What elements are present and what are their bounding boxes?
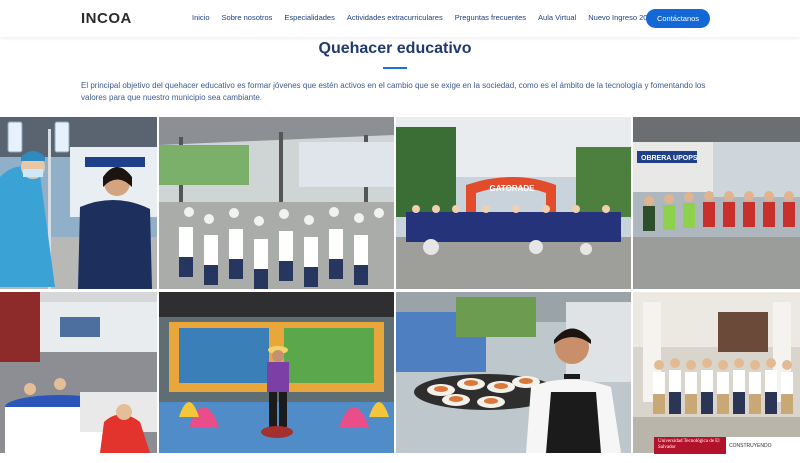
school-sign-text: OBRERA UPOPS bbox=[641, 155, 698, 162]
university-badge: Universidad Tecnológica de El Salvador C… bbox=[654, 437, 800, 454]
nav-item-preguntas[interactable]: Preguntas frecuentes bbox=[455, 13, 526, 22]
photo-event-tables[interactable] bbox=[0, 292, 157, 453]
photo-student-group[interactable] bbox=[633, 292, 800, 453]
photo-gallery: GATORADE OBRERA UPOPS bbox=[0, 117, 800, 453]
photo-band-gatorade[interactable]: GATORADE bbox=[396, 117, 631, 289]
nav-item-aula-virtual[interactable]: Aula Virtual bbox=[538, 13, 576, 22]
brand-logo[interactable]: INCOA bbox=[81, 10, 132, 27]
nav-item-sobre-nosotros[interactable]: Sobre nosotros bbox=[222, 13, 273, 22]
photo-sports-team[interactable]: OBRERA UPOPS bbox=[633, 117, 800, 289]
title-underline bbox=[383, 67, 407, 69]
photo-school-yard-crowd[interactable] bbox=[159, 117, 394, 289]
photo-health-students[interactable] bbox=[0, 117, 157, 289]
nav-links: Inicio Sobre nosotros Especialidades Act… bbox=[192, 13, 668, 22]
university-badge-side: CONSTRUYENDO bbox=[729, 442, 772, 449]
top-navbar: INCOA Inicio Sobre nosotros Especialidad… bbox=[0, 0, 800, 37]
section-title: Quehacer educativo bbox=[318, 40, 472, 57]
nav-item-especialidades[interactable]: Especialidades bbox=[284, 13, 334, 22]
section-intro: El principal objetivo del quehacer educa… bbox=[81, 81, 706, 102]
nav-item-actividades[interactable]: Actividades extracurriculares bbox=[347, 13, 443, 22]
photo-culinary-student[interactable] bbox=[396, 292, 631, 453]
nav-item-inicio[interactable]: Inicio bbox=[192, 13, 210, 22]
photo-folk-dance[interactable] bbox=[159, 292, 394, 453]
contact-button[interactable]: Contáctanos bbox=[646, 9, 710, 28]
university-badge-name: Universidad Tecnológica de El Salvador bbox=[654, 437, 726, 454]
gatorade-banner-text: GATORADE bbox=[489, 184, 535, 193]
